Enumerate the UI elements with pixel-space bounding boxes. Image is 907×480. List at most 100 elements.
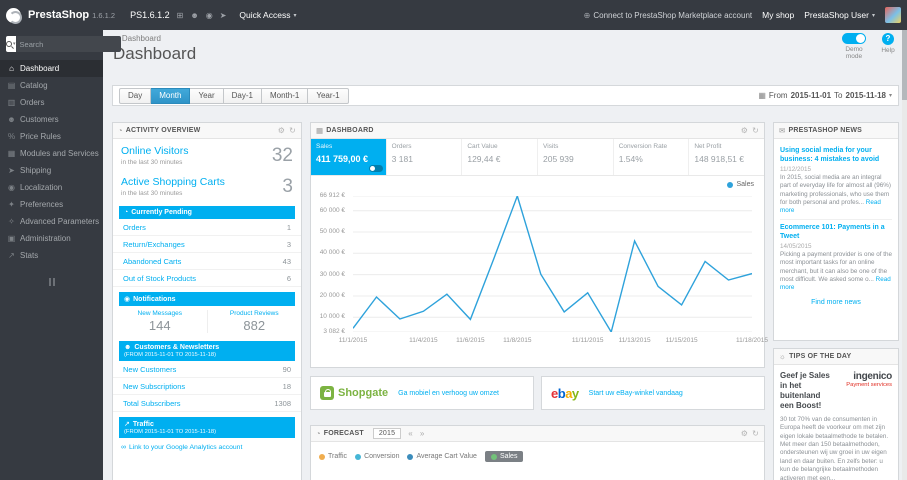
clock-icon: ◔: [124, 209, 129, 216]
out-of-stock-link[interactable]: Out of Stock Products: [123, 274, 196, 283]
y-axis-tick: 20 000 €: [319, 292, 345, 299]
kpi-value: 1.54%: [618, 154, 643, 164]
search-input[interactable]: [15, 36, 121, 52]
kpi-label: Sales: [316, 143, 333, 150]
sidebar-item-dashboard[interactable]: ⌂ Dashboard: [0, 60, 103, 77]
chart-legend[interactable]: Sales: [727, 181, 754, 188]
x-axis-tick: 11/11/2015: [571, 337, 604, 344]
sidebar-item-customers[interactable]: ☻ Customers: [0, 111, 103, 128]
avatar[interactable]: [885, 7, 901, 23]
forecast-prev-button[interactable]: «: [408, 429, 413, 438]
legend-label: Sales: [736, 181, 754, 188]
sidebar-item-preferences[interactable]: ✦ Preferences: [0, 196, 103, 213]
filter-day-button[interactable]: Day: [119, 87, 152, 104]
returns-link[interactable]: Return/Exchanges: [123, 240, 185, 249]
chevron-down-icon: ▾: [871, 12, 875, 19]
bell-icon[interactable]: ◉: [206, 11, 213, 20]
new-subscriptions-link[interactable]: New Subscriptions: [123, 382, 185, 391]
customers-newsletters-header: ☻ Customers & Newsletters (FROM 2015-11-…: [119, 341, 295, 361]
kpi-net-profit[interactable]: Net Profit 148 918,51 €: [688, 139, 764, 175]
shopgate-link[interactable]: Ga mobiel en verhoog uw omzet: [398, 390, 499, 397]
kpi-sales[interactable]: Sales 411 759,00 €: [311, 139, 386, 175]
filter-month-1-button[interactable]: Month-1: [261, 87, 309, 104]
orders-link[interactable]: Orders: [123, 223, 146, 232]
sidebar-item-localization[interactable]: ◉ Localization: [0, 179, 103, 196]
sidebar-item-advanced-parameters[interactable]: ✧ Advanced Parameters: [0, 213, 103, 230]
kpi-conversion-rate[interactable]: Conversion Rate 1.54%: [612, 139, 689, 175]
my-shop-link[interactable]: My shop: [762, 10, 794, 20]
refresh-icon[interactable]: ↻: [752, 126, 759, 135]
sidebar-item-shipping[interactable]: ➤ Shipping: [0, 162, 103, 179]
prestashop-news-panel: ✉ PRESTASHOP NEWS Using social media for…: [773, 122, 899, 341]
quick-access-menu[interactable]: Quick Access ▾: [239, 10, 296, 20]
active-carts-link[interactable]: Active Shopping Carts: [121, 177, 282, 189]
sidebar-item-orders[interactable]: ▥ Orders: [0, 94, 103, 111]
forecast-legend-sales[interactable]: Sales: [484, 451, 524, 462]
shopgate-promo[interactable]: Shopgate Ga mobiel en verhoog uw omzet: [310, 376, 534, 410]
forecast-next-button[interactable]: »: [420, 429, 425, 438]
online-visitors-link[interactable]: Online Visitors: [121, 146, 272, 158]
gear-icon[interactable]: ⚙: [741, 126, 748, 135]
kpi-orders[interactable]: Orders 3 181: [385, 139, 462, 175]
currently-pending-header: ◔ Currently Pending: [119, 206, 295, 219]
filter-month-button[interactable]: Month: [151, 87, 191, 104]
person-icon[interactable]: ☻: [190, 11, 198, 20]
scrollbar-thumb[interactable]: [902, 30, 907, 100]
sidebar-collapse-handle[interactable]: [45, 278, 59, 286]
x-axis-tick: 11/18/2015: [735, 337, 769, 344]
shopgate-logo: Shopgate: [320, 386, 388, 400]
sidebar-item-stats[interactable]: ↗ Stats: [0, 247, 103, 264]
news-article-title-link[interactable]: Ecommerce 101: Payments in a Tweet: [780, 223, 892, 241]
returns-count: 3: [286, 239, 291, 249]
total-subscribers-link[interactable]: Total Subscribers: [123, 399, 181, 408]
news-article-title-link[interactable]: Using social media for your business: 4 …: [780, 146, 892, 164]
breadcrumb[interactable]: ⌂ Dashboard: [114, 34, 161, 43]
scrollbar[interactable]: [902, 30, 907, 480]
kpi-cart-value[interactable]: Cart Value 129,44 €: [461, 139, 537, 175]
sidebar-item-catalog[interactable]: ▤ Catalog: [0, 77, 103, 94]
rocket-icon[interactable]: ➤: [220, 11, 227, 20]
filter-day-1-button[interactable]: Day-1: [223, 87, 262, 104]
panel-title: TIPS OF THE DAY: [789, 353, 852, 360]
forecast-legend-traffic[interactable]: Traffic: [319, 453, 347, 460]
refresh-icon[interactable]: ↻: [289, 126, 296, 135]
legend-label: Traffic: [328, 453, 348, 460]
tips-text: 30 tot 70% van de consumenten in Europa …: [780, 416, 889, 480]
panel-title: ACTIVITY OVERVIEW: [125, 127, 201, 134]
forecast-year-select[interactable]: 2015: [372, 428, 402, 439]
new-customers-link[interactable]: New Customers: [123, 365, 176, 374]
demo-mode-toggle[interactable]: [842, 33, 866, 44]
google-analytics-link[interactable]: Link to your Google Analytics account: [129, 444, 242, 451]
sidebar-item-modules[interactable]: ▦ Modules and Services: [0, 145, 103, 162]
kpi-config-toggle[interactable]: [368, 165, 383, 172]
kpi-visits[interactable]: Visits 205 939: [537, 139, 613, 175]
x-axis-tick: 11/15/2015: [665, 337, 698, 344]
forecast-legend-average-cart-value[interactable]: Average Cart Value: [407, 453, 477, 460]
filter-year-button[interactable]: Year: [190, 87, 224, 104]
date-range-picker[interactable]: ▦ From 2015-11-01 To 2015-11-18 ▾: [758, 91, 892, 100]
gear-icon[interactable]: ⚙: [741, 429, 748, 438]
shop-name-link[interactable]: PS1.6.1.2: [130, 10, 170, 20]
forecast-legend: Traffic Conversion Average Cart Value Sa…: [311, 442, 764, 471]
stat-subtitle: in the last 30 minutes: [121, 158, 183, 166]
refresh-icon[interactable]: ↻: [752, 429, 759, 438]
abandoned-carts-link[interactable]: Abandoned Carts: [123, 257, 181, 266]
user-menu[interactable]: PrestaShop User ▾: [804, 10, 875, 20]
sales-chart-ylabels: 66 912 € 60 000 € 50 000 € 40 000 € 30 000 €…: [311, 192, 349, 335]
sidebar-item-administration[interactable]: ▣ Administration: [0, 230, 103, 247]
filter-year-1-button[interactable]: Year-1: [308, 87, 349, 104]
gear-icon[interactable]: ⚙: [278, 126, 285, 135]
marketplace-link[interactable]: ⊕ Connect to PrestaShop Marketplace acco…: [584, 11, 752, 20]
ebay-link[interactable]: Start uw eBay-winkel vandaag: [589, 390, 683, 397]
find-more-news-link[interactable]: Find more news: [811, 299, 861, 306]
cart-icon[interactable]: ⊞: [177, 11, 184, 20]
stat-subtitle: in the last 30 minutes: [121, 189, 183, 197]
ebay-promo[interactable]: ebay Start uw eBay-winkel vandaag: [541, 376, 765, 410]
sidebar-item-price-rules[interactable]: % Price Rules: [0, 128, 103, 145]
help-icon[interactable]: ?: [882, 33, 894, 45]
forecast-legend-conversion[interactable]: Conversion: [355, 453, 399, 460]
new-messages-stat[interactable]: New Messages 144: [113, 310, 207, 333]
prestashop-admin: PrestaShop 1.6.1.2 PS1.6.1.2 ⊞ ☻ ◉ ➤ Qui…: [0, 0, 907, 480]
search-scope-button[interactable]: ▾: [6, 36, 16, 52]
product-reviews-stat[interactable]: Product Reviews 882: [206, 310, 302, 333]
